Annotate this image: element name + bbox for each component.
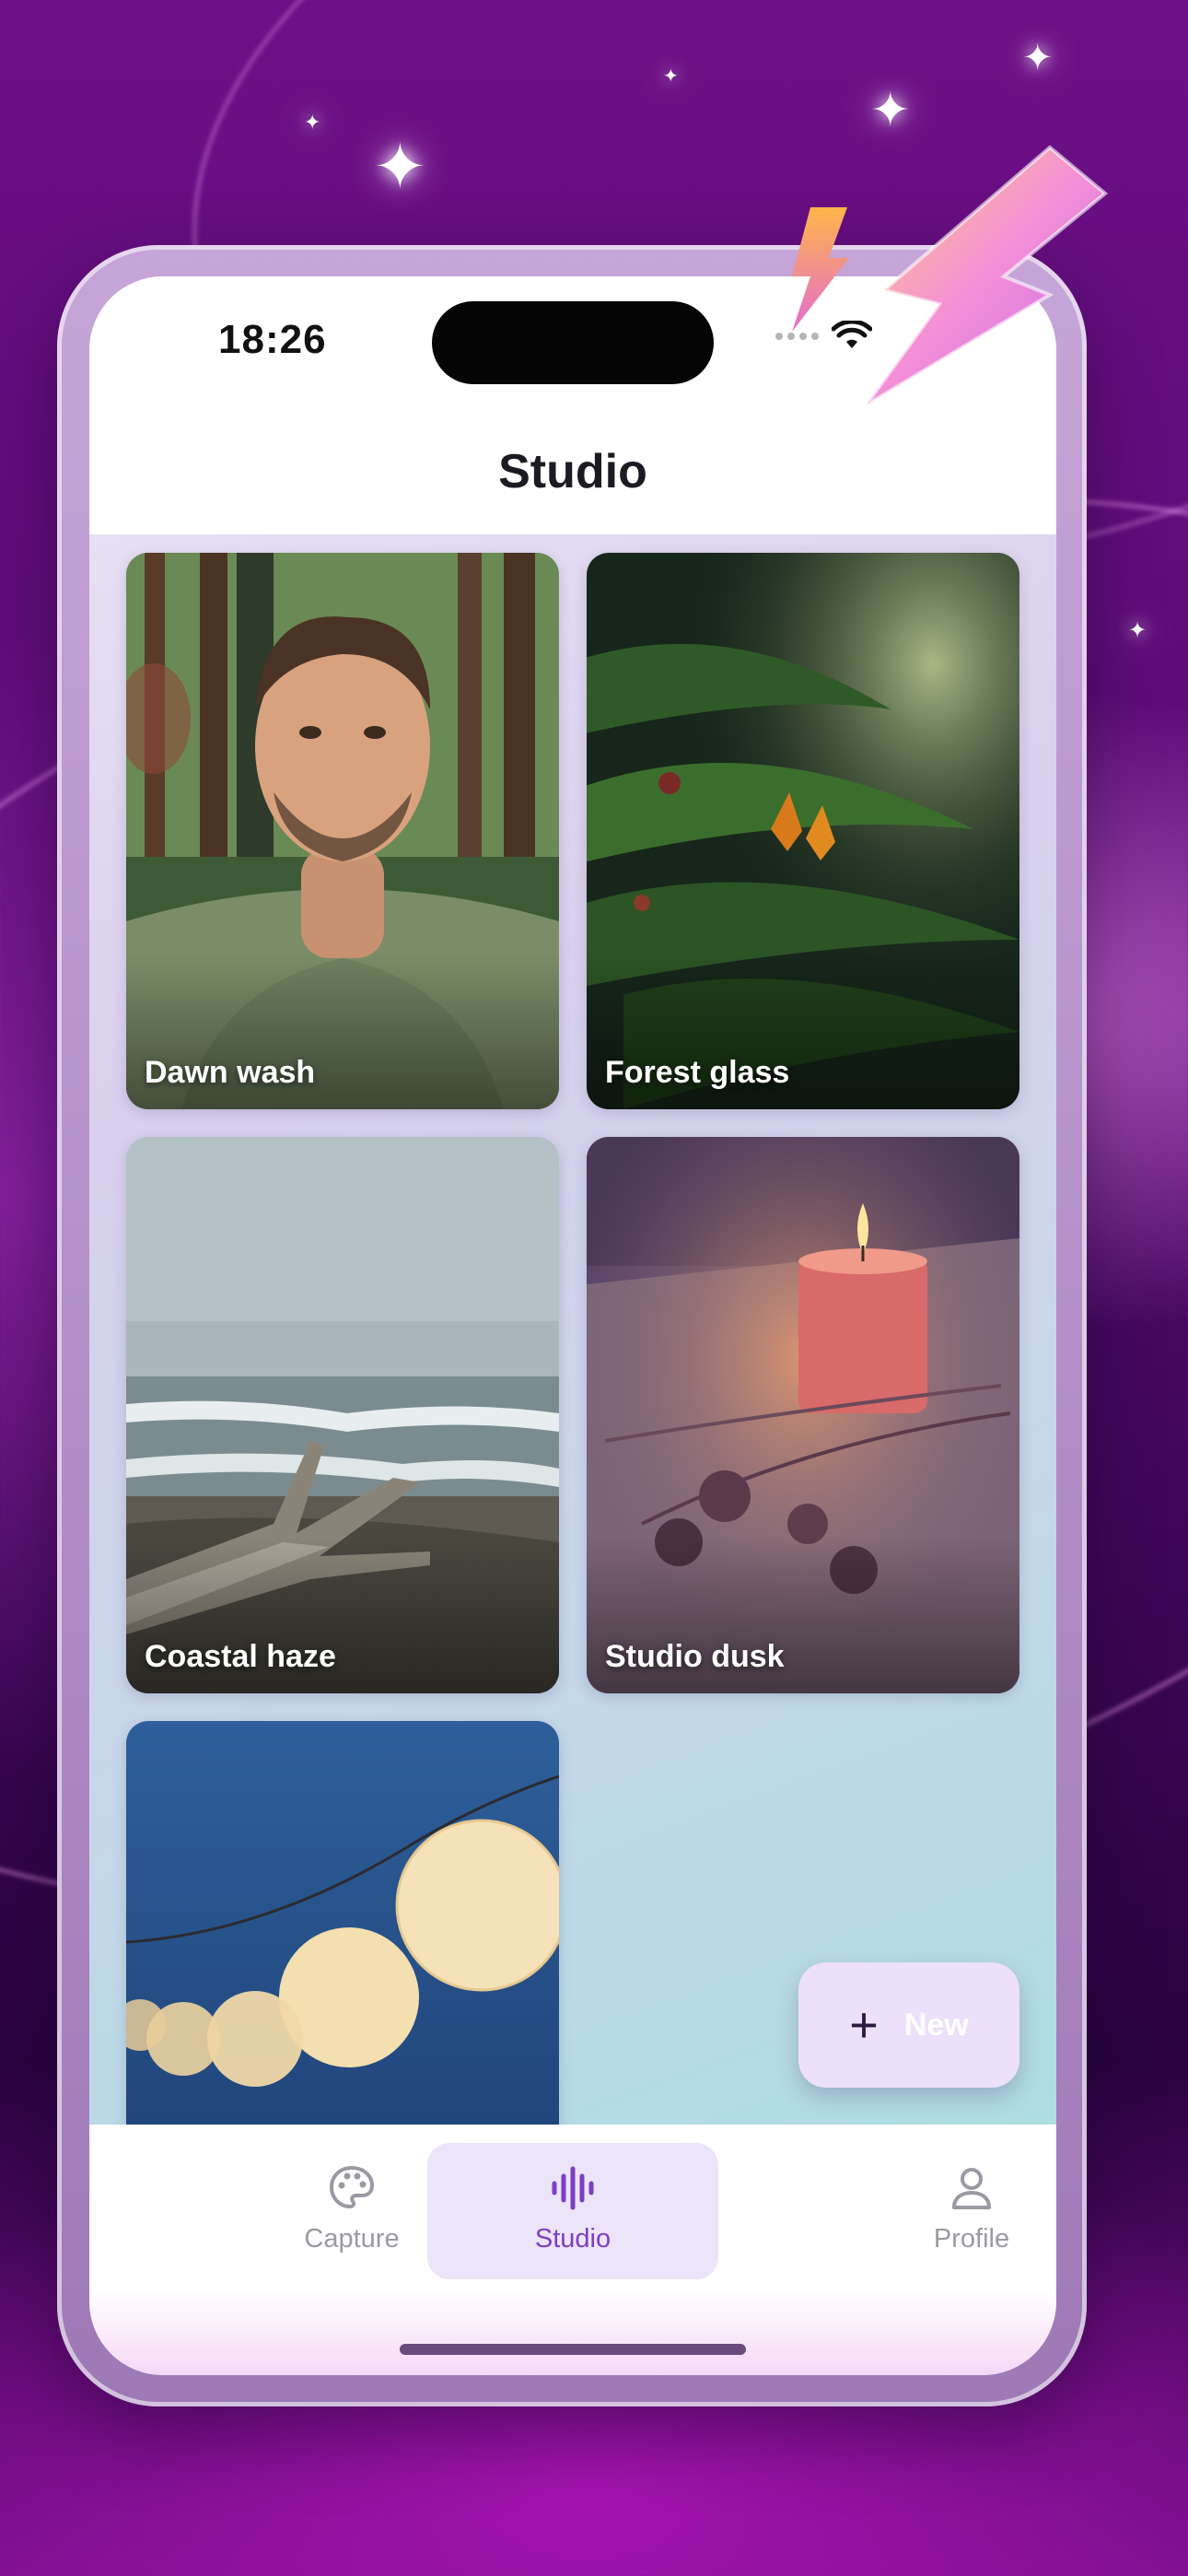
card-caption: Dawn wash — [145, 1055, 316, 1090]
tab-bar: Capture Studio Profile — [89, 2125, 1056, 2290]
card-caption: Coastal haze — [145, 1639, 336, 1674]
page-title: Studio — [498, 445, 647, 498]
tab-studio[interactable]: Studio — [427, 2143, 718, 2279]
sparkle-icon: ✦ — [870, 84, 911, 137]
sparkle-icon: ✦ — [663, 66, 679, 87]
sparkle-icon: ✦ — [1022, 38, 1054, 78]
card-caption: Studio dusk — [605, 1639, 785, 1674]
gallery-card-dawn-wash[interactable]: Dawn wash — [126, 553, 559, 1109]
home-indicator-area — [89, 2290, 1056, 2375]
lightning-bolt-icon — [792, 145, 1109, 407]
sparkle-icon: ✦ — [1128, 618, 1147, 643]
plus-icon: + — [849, 1997, 879, 2053]
gallery-card-coastal-haze[interactable]: Coastal haze — [126, 1137, 559, 1693]
dynamic-island — [432, 301, 714, 384]
palette-icon — [329, 2165, 375, 2209]
gallery-card-studio-dusk[interactable]: Studio dusk — [587, 1137, 1019, 1693]
new-button[interactable]: + New — [798, 1962, 1019, 2088]
lanterns-photo — [126, 1721, 559, 2125]
gallery-grid: Dawn wash Forest glass Coastal haze Stud… — [89, 534, 1056, 2125]
sparkle-icon: ✦ — [304, 111, 321, 134]
card-caption: Forest glass — [605, 1055, 790, 1090]
tab-studio-label: Studio — [534, 2224, 611, 2254]
home-indicator[interactable] — [400, 2344, 746, 2355]
waveform-icon — [552, 2166, 594, 2210]
status-time: 18:26 — [218, 317, 327, 362]
phone-screen: 18:26 Studio Dawn wash Forest glass Coas… — [89, 276, 1056, 2375]
gallery-card-forest-glass[interactable]: Forest glass — [587, 553, 1019, 1109]
gallery-card-lanterns[interactable] — [126, 1721, 559, 2125]
tab-profile-label: Profile — [933, 2224, 1010, 2254]
person-icon — [952, 2168, 991, 2209]
sparkle-icon: ✦ — [373, 131, 427, 203]
tab-profile[interactable]: Profile — [826, 2143, 1056, 2279]
new-button-label: New — [903, 2007, 969, 2043]
